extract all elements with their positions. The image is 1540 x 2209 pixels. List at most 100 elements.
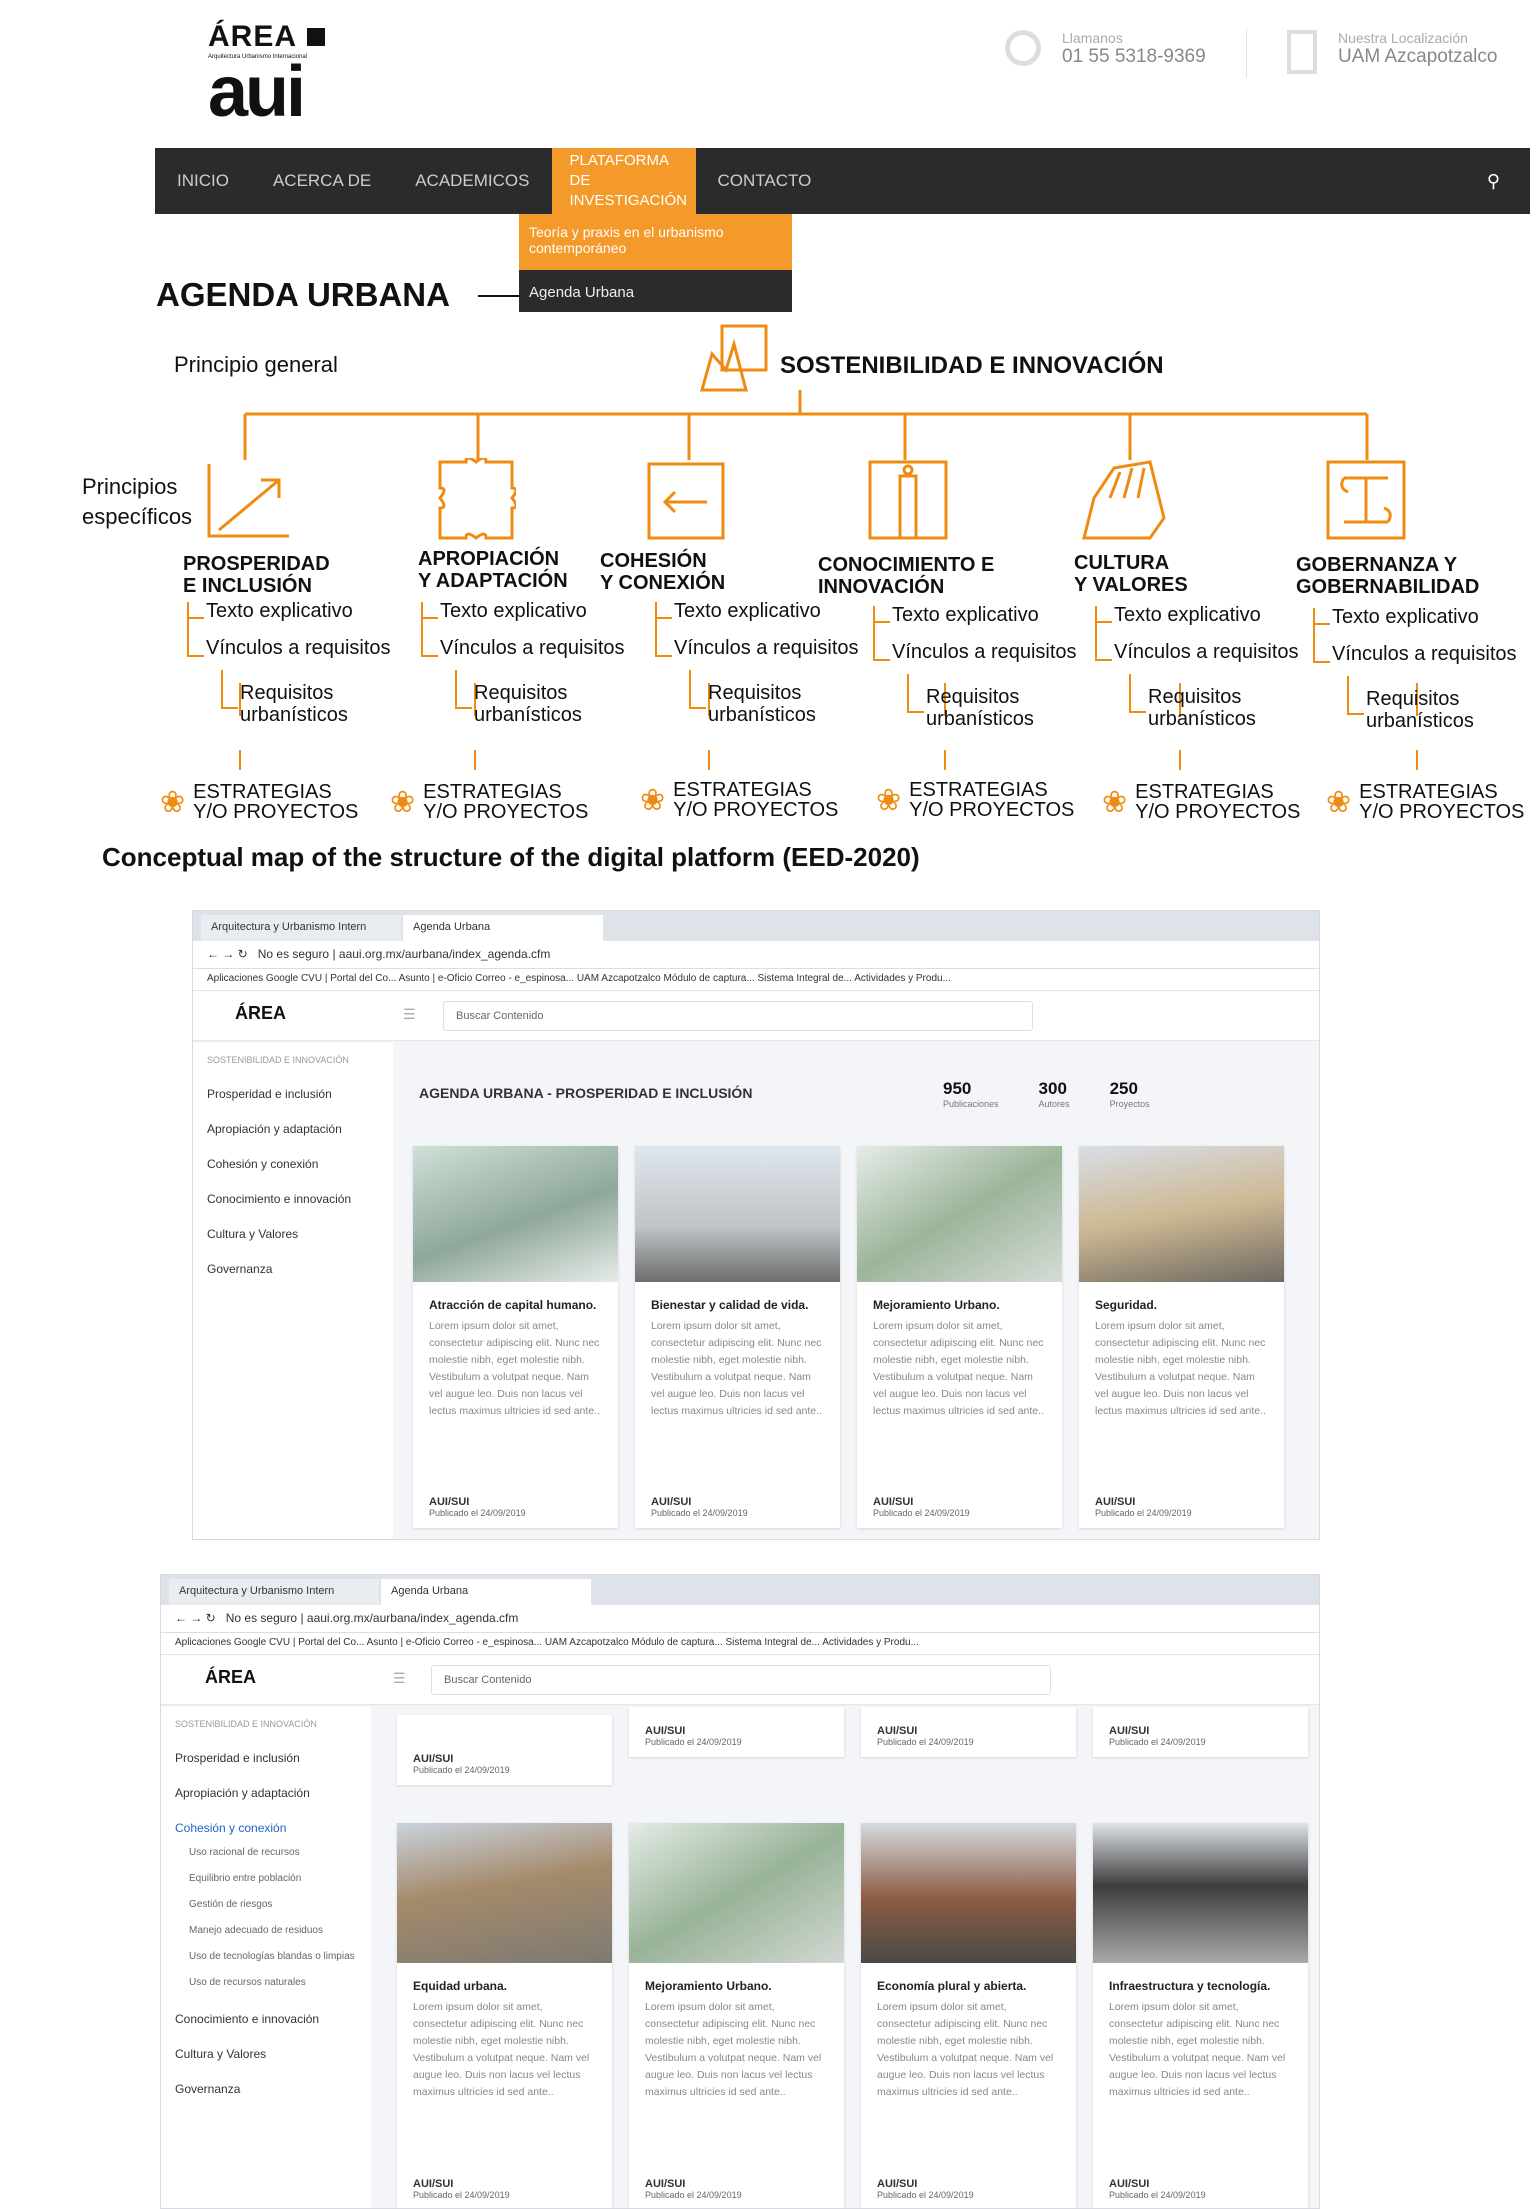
- title-connector: [478, 295, 520, 297]
- sidebar-item-apropiacion[interactable]: Apropiación y adaptación: [207, 1112, 393, 1147]
- card-title[interactable]: Economía plural y abierta.: [877, 1977, 1060, 1995]
- phone-value[interactable]: 01 55 5318-9369: [1062, 46, 1206, 68]
- card-title[interactable]: Seguridad.: [1095, 1296, 1268, 1314]
- sidebar-item-cohesion[interactable]: Cohesión y conexión: [207, 1147, 393, 1182]
- divider: [1246, 28, 1247, 78]
- url-bar[interactable]: ← → ↻ No es seguro | aaui.org.mx/aurbana…: [161, 1605, 1319, 1633]
- menu-icon[interactable]: ☰: [403, 1006, 416, 1023]
- card-image: [1079, 1146, 1284, 1282]
- app-logo[interactable]: ÁREA: [205, 1667, 256, 1688]
- card-footer: AUI/SUI Publicado el 24/09/2019: [873, 1496, 970, 1518]
- search-input[interactable]: Buscar Contenido: [443, 1001, 1033, 1031]
- sidebar-item-cohesion[interactable]: Cohesión y conexión: [175, 1811, 371, 1846]
- card[interactable]: Seguridad. Lorem ipsum dolor sit amet, c…: [1079, 1146, 1284, 1528]
- page-title: AGENDA URBANA - PROSPERIDAD E INCLUSIÓN: [419, 1085, 753, 1101]
- card-body: Lorem ipsum dolor sit amet, consectetur …: [429, 1320, 600, 1417]
- sidebar-item-prosperidad[interactable]: Prosperidad e inclusión: [175, 1741, 371, 1776]
- sub-item[interactable]: Uso de recursos naturales: [189, 1976, 371, 2002]
- logo-title: ÁREA: [208, 20, 298, 53]
- stats: 950 Publicaciones 300 Autores 250 Proyectos: [943, 1079, 1150, 1109]
- card-title[interactable]: Infraestructura y tecnología.: [1109, 1977, 1292, 1995]
- search-icon[interactable]: ⚲: [1487, 171, 1500, 192]
- card[interactable]: Economía plural y abierta. Lorem ipsum d…: [861, 1823, 1076, 2208]
- logo-square: [307, 28, 326, 46]
- hand-icon: [1082, 460, 1166, 540]
- tab-aui[interactable]: Arquitectura y Urbanismo Intern: [169, 1579, 379, 1605]
- sidebar-item-conocimiento[interactable]: Conocimiento e innovación: [207, 1182, 393, 1217]
- sidebar-item-conocimiento[interactable]: Conocimiento e innovación: [175, 2002, 371, 2037]
- card-title[interactable]: Mejoramiento Urbano.: [873, 1296, 1046, 1314]
- bookmarks-bar[interactable]: Aplicaciones Google CVU | Portal del Co.…: [193, 969, 1319, 991]
- url-text: No es seguro | aaui.org.mx/aurbana/index…: [225, 1611, 519, 1625]
- estrategias-1[interactable]: ❀ ESTRATEGIAS Y/O PROYECTOS: [160, 782, 358, 822]
- card-footer: AUI/SUI Publicado el 24/09/2019: [413, 2178, 510, 2200]
- dropdown-item-agenda[interactable]: Agenda Urbana: [519, 270, 792, 315]
- bookmarks-bar[interactable]: Aplicaciones Google CVU | Portal del Co.…: [161, 1633, 1319, 1655]
- card[interactable]: Equidad urbana. Lorem ipsum dolor sit am…: [397, 1823, 612, 2208]
- card-title[interactable]: Atracción de capital humano.: [429, 1296, 602, 1314]
- card-body: Lorem ipsum dolor sit amet, consectetur …: [413, 2001, 590, 2098]
- card[interactable]: Infraestructura y tecnología. Lorem ipsu…: [1093, 1823, 1308, 2208]
- card-image: [397, 1823, 612, 1963]
- logo-mark: aui: [208, 52, 306, 132]
- estrategias-4[interactable]: ❀ ESTRATEGIAS Y/O PROYECTOS: [876, 780, 1074, 820]
- sidebar-item-governanza[interactable]: Governanza: [175, 2072, 371, 2107]
- branch-prosperidad-title: PROSPERIDAD E INCLUSIÓN: [183, 553, 330, 597]
- tab-agenda[interactable]: Agenda Urbana: [403, 915, 603, 941]
- card-image: [629, 1823, 844, 1963]
- puzzle-icon: [438, 458, 516, 540]
- nav-inicio[interactable]: INICIO: [155, 148, 251, 214]
- branch-conocimiento-title: CONOCIMIENTO E INNOVACIÓN: [818, 554, 995, 598]
- building-icon: [1287, 30, 1317, 74]
- sidebar-item-cultura[interactable]: Cultura y Valores: [175, 2037, 371, 2072]
- card-body: Lorem ipsum dolor sit amet, consectetur …: [645, 2001, 822, 2098]
- sidebar-item-governanza[interactable]: Governanza: [207, 1252, 393, 1287]
- diagram-title: AGENDA URBANA: [156, 276, 450, 313]
- card[interactable]: Atracción de capital humano. Lorem ipsum…: [413, 1146, 618, 1528]
- url-bar[interactable]: ← → ↻ No es seguro | aaui.org.mx/aurbana…: [193, 941, 1319, 969]
- card[interactable]: Mejoramiento Urbano. Lorem ipsum dolor s…: [857, 1146, 1062, 1528]
- nav-academicos[interactable]: ACADEMICOS: [393, 148, 551, 214]
- card-title[interactable]: Bienestar y calidad de vida.: [651, 1296, 824, 1314]
- card-image: [413, 1146, 618, 1282]
- figure-caption: Conceptual map of the structure of the d…: [102, 842, 920, 872]
- nav-acerca[interactable]: ACERCA DE: [251, 148, 393, 214]
- search-input[interactable]: Buscar Contenido: [431, 1665, 1051, 1695]
- card-body: Lorem ipsum dolor sit amet, consectetur …: [1109, 2001, 1286, 2098]
- screenshot-1: Arquitectura y Urbanismo Intern Agenda U…: [192, 910, 1320, 1540]
- sub-item[interactable]: Uso racional de recursos: [189, 1846, 371, 1872]
- connection-icon: [647, 462, 725, 540]
- estrategias-3[interactable]: ❀ ESTRATEGIAS Y/O PROYECTOS: [640, 780, 838, 820]
- logo[interactable]: ÁREA Arquitectura Urbanismo Internaciona…: [208, 20, 326, 132]
- sidebar-item-cultura[interactable]: Cultura y Valores: [207, 1217, 393, 1252]
- sidebar-item-prosperidad[interactable]: Prosperidad e inclusión: [207, 1077, 393, 1112]
- sub-item[interactable]: Manejo adecuado de residuos: [189, 1924, 371, 1950]
- estrategias-2[interactable]: ❀ ESTRATEGIAS Y/O PROYECTOS: [390, 782, 588, 822]
- tab-aui[interactable]: Arquitectura y Urbanismo Intern: [201, 915, 401, 941]
- card[interactable]: Bienestar y calidad de vida. Lorem ipsum…: [635, 1146, 840, 1528]
- nav-plataforma[interactable]: PLATAFORMA DE INVESTIGACIÓN: [551, 148, 696, 214]
- sub-item[interactable]: Gestión de riesgos: [189, 1898, 371, 1924]
- url-text: No es seguro | aaui.org.mx/aurbana/index…: [257, 947, 551, 961]
- sostenibilidad-icon: [700, 324, 768, 392]
- card-body: Lorem ipsum dolor sit amet, consectetur …: [877, 2001, 1054, 2098]
- app-logo[interactable]: ÁREA: [235, 1003, 286, 1024]
- sub-item[interactable]: Uso de tecnologías blandas o limpias: [189, 1950, 371, 1976]
- flame-icon: ❀: [160, 785, 186, 819]
- card-title[interactable]: Mejoramiento Urbano.: [645, 1977, 828, 1995]
- estrategias-5[interactable]: ❀ ESTRATEGIAS Y/O PROYECTOS: [1102, 782, 1300, 822]
- menu-icon[interactable]: ☰: [393, 1670, 406, 1687]
- flame-icon: ❀: [640, 783, 666, 817]
- sidebar-item-apropiacion[interactable]: Apropiación y adaptación: [175, 1776, 371, 1811]
- tab-agenda[interactable]: Agenda Urbana: [381, 1579, 591, 1605]
- estrategias-6[interactable]: ❀ ESTRATEGIAS Y/O PROYECTOS: [1326, 782, 1524, 822]
- card[interactable]: Mejoramiento Urbano. Lorem ipsum dolor s…: [629, 1823, 844, 2208]
- dropdown-item-teoria[interactable]: Teoría y praxis en el urbanismo contempo…: [519, 214, 792, 270]
- phone-label: Llamanos: [1062, 30, 1123, 46]
- principios-especificos: Principios específicos: [82, 474, 193, 529]
- card-title[interactable]: Equidad urbana.: [413, 1977, 596, 1995]
- card-image: [861, 1823, 1076, 1963]
- nav-contacto[interactable]: CONTACTO: [696, 148, 834, 214]
- sub-item[interactable]: Equilibrio entre población: [189, 1872, 371, 1898]
- card-footer: AUI/SUI Publicado el 24/09/2019: [651, 1496, 748, 1518]
